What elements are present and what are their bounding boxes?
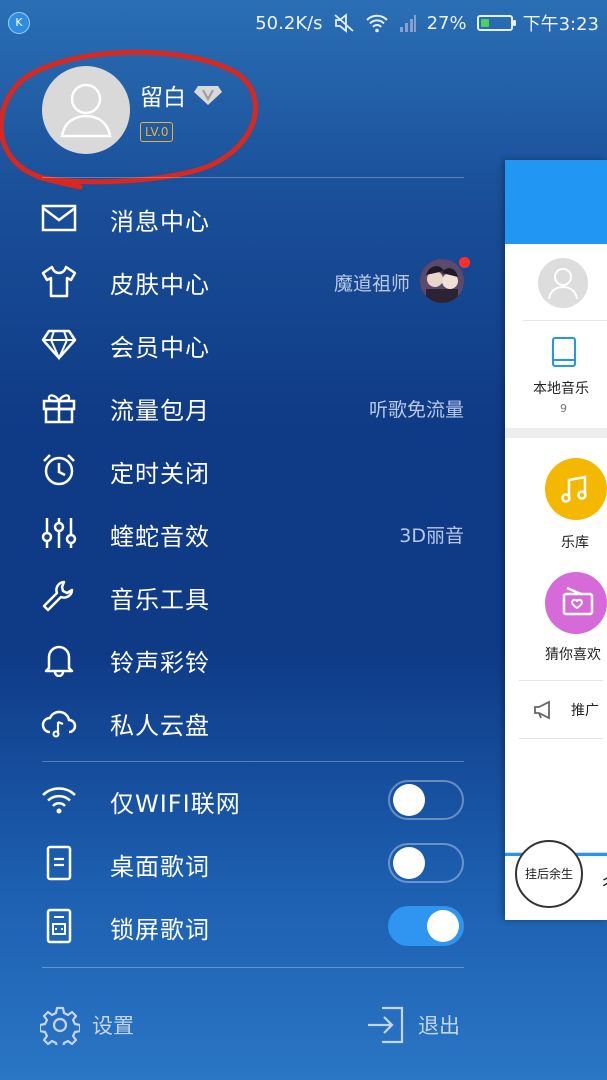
- menu-extra-text: 听歌免流量: [368, 399, 464, 421]
- menu-label: 消息中心: [110, 208, 210, 236]
- mute-icon: [333, 13, 354, 33]
- profile-divider: [42, 177, 464, 178]
- bottom-divider: [42, 967, 464, 968]
- cloud-music-icon: [41, 710, 77, 738]
- preview-player-text: 彳: [599, 870, 607, 896]
- tablet-icon: [552, 337, 576, 367]
- preview-library-label: 乐库: [561, 535, 589, 551]
- mail-icon: [41, 204, 77, 232]
- equalizer-icon: [41, 518, 77, 548]
- wifi-only-toggle[interactable]: [388, 780, 464, 820]
- preview-divider: [519, 738, 603, 739]
- new-skin-indicator: [459, 257, 470, 268]
- bell-icon: [44, 645, 74, 677]
- menu-item-music-tools[interactable]: 音乐工具: [0, 566, 470, 626]
- gear-icon: [40, 1006, 80, 1045]
- radio-icon: [545, 572, 607, 634]
- menu-item-sound-effects[interactable]: 蝰蛇音效 3D丽音: [0, 503, 470, 563]
- skin-thumbnail: [420, 259, 464, 303]
- menu-label: 音乐工具: [110, 586, 210, 614]
- preview-avatar: [538, 258, 588, 308]
- preview-ad-label: 推广: [571, 703, 599, 719]
- menu-label: 皮肤中心: [110, 271, 210, 299]
- menu-item-vip[interactable]: 会员中心: [0, 314, 470, 374]
- network-speed: 50.2K/s: [255, 12, 323, 34]
- preview-divider: [519, 680, 603, 681]
- menu-extra-text: 3D丽音: [399, 525, 464, 547]
- battery-icon: [476, 15, 516, 31]
- setting-wifi-only: 仅WIFI联网: [0, 770, 470, 830]
- desktop-lyrics-toggle[interactable]: [388, 843, 464, 883]
- preview-header: [505, 160, 607, 244]
- wifi-icon: [42, 787, 76, 814]
- setting-lockscreen-lyrics: 锁屏歌词: [0, 896, 470, 956]
- logout-button[interactable]: 退出: [366, 1000, 460, 1050]
- status-bar: K 50.2K/s 27% 下午3:23: [0, 0, 607, 44]
- gift-icon: [42, 394, 76, 424]
- red-annotation-circle: [0, 49, 259, 190]
- logout-icon: [368, 1006, 404, 1044]
- shirt-icon: [41, 265, 77, 298]
- clock: 下午3:23: [522, 14, 599, 35]
- setting-desktop-lyrics: 桌面歌词: [0, 833, 470, 893]
- main-screen-preview[interactable]: 本地音乐 9 乐库 猜你喜欢 推广 挂后余生 彳: [505, 160, 607, 920]
- alarm-clock-icon: [43, 454, 75, 486]
- app-notification-icon: K: [8, 12, 30, 34]
- menu-item-data-plan[interactable]: 流量包月 听歌免流量: [0, 377, 470, 437]
- diamond-icon: [41, 329, 77, 361]
- menu-item-ringtones[interactable]: 铃声彩铃: [0, 629, 470, 689]
- menu-label: 蝰蛇音效: [110, 523, 210, 551]
- megaphone-icon: [534, 700, 550, 720]
- setting-label: 锁屏歌词: [110, 916, 210, 944]
- signal-icon: [399, 15, 416, 32]
- status-bar-right: 50.2K/s 27% 下午3:23: [255, 10, 599, 36]
- menu-item-sleep-timer[interactable]: 定时关闭: [0, 440, 470, 500]
- toggle-knob: [393, 784, 425, 816]
- menu-item-messages[interactable]: 消息中心: [0, 188, 470, 248]
- menu-label: 会员中心: [110, 334, 210, 362]
- toggle-knob: [427, 910, 459, 942]
- preview-local-music-label: 本地音乐: [533, 381, 589, 397]
- lockscreen-lyrics-toggle[interactable]: [388, 906, 464, 946]
- menu-label: 流量包月: [110, 397, 210, 425]
- preview-album-disc: 挂后余生: [515, 840, 583, 908]
- menu-label: 铃声彩铃: [110, 649, 210, 677]
- wrench-icon: [42, 580, 74, 612]
- menu-item-cloud-disk[interactable]: 私人云盘: [0, 692, 470, 752]
- music-library-icon: [545, 458, 607, 520]
- menu-divider: [42, 761, 464, 762]
- settings-label: 设置: [92, 1014, 134, 1038]
- preview-local-music-count: 9: [560, 402, 567, 415]
- menu-label: 私人云盘: [110, 712, 210, 740]
- menu-label: 定时关闭: [110, 460, 210, 488]
- setting-label: 桌面歌词: [110, 853, 210, 881]
- battery-percent: 27%: [426, 12, 467, 34]
- settings-button[interactable]: 设置: [40, 1000, 134, 1050]
- preview-divider: [523, 320, 607, 321]
- phone-lyrics-icon: [46, 845, 72, 881]
- current-skin-name: 魔道祖师: [333, 273, 410, 295]
- preview-section-gap: [505, 428, 607, 438]
- lockscreen-lyrics-icon: [46, 908, 72, 944]
- logout-label: 退出: [418, 1014, 460, 1038]
- menu-item-skin[interactable]: 皮肤中心 魔道祖师: [0, 251, 470, 311]
- wifi-status-icon: [365, 14, 388, 33]
- preview-guess-label: 猜你喜欢: [545, 647, 601, 663]
- setting-label: 仅WIFI联网: [110, 790, 241, 818]
- toggle-knob: [393, 847, 425, 879]
